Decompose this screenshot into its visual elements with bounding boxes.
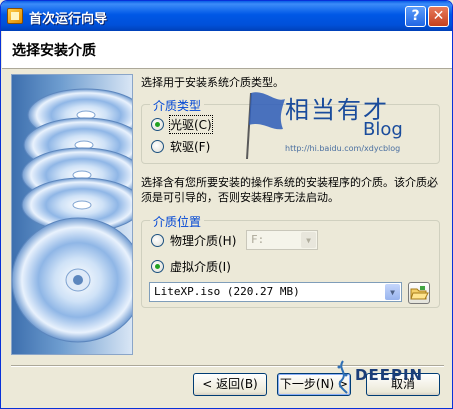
cd-disc-stack-icon [11,74,133,355]
drive-letter-value: F: [251,233,265,246]
blog-watermark-word: Blog [363,119,403,140]
folder-open-icon [410,286,429,300]
chevron-down-icon: ▼ [301,232,316,248]
drive-letter-select: F: ▼ [246,230,318,250]
help-button[interactable]: ? [405,6,426,27]
window-title: 首次运行向导 [29,12,108,27]
chevron-down-icon[interactable]: ▼ [385,284,400,300]
intro-text: 选择用于安装系统介质类型。 [141,76,284,89]
media-location-legend: 介质位置 [150,213,205,230]
deepin-logo-icon [337,360,348,394]
deepin-watermark: DEEPIN [355,366,424,384]
physical-media-radio[interactable] [151,234,164,247]
media-type-legend: 介质类型 [150,97,205,114]
blog-watermark-url: http://hi.baidu.com/xdycblog [285,144,401,153]
wizard-header: 选择安装介质 [2,31,452,69]
virtual-media-radio[interactable] [151,260,164,273]
virtual-media-label[interactable]: 虚拟介质(I) [170,258,231,275]
description-text: 选择含有您所要安装的操作系统的安装程序的介质。该介质必须是可引导的，否则安装程序… [141,176,438,204]
cdrom-radio[interactable] [151,118,164,131]
title-bar[interactable]: 首次运行向导 ? ✕ [1,1,452,31]
back-button[interactable]: < 返回(B) [193,373,267,396]
image-file-value: LiteXP.iso (220.27 MB) [154,285,300,298]
cdrom-radio-label[interactable]: 光驱(C) [169,115,213,134]
close-button[interactable]: ✕ [428,6,449,27]
page-title: 选择安装介质 [12,43,96,59]
floppy-radio[interactable] [151,140,164,153]
wizard-window: 首次运行向导 ? ✕ 选择安装介质 选择用于安装系统介质类型。 介质类型 光驱(… [0,0,453,409]
floppy-radio-label[interactable]: 软驱(F) [170,138,210,155]
browse-button[interactable] [408,282,430,304]
physical-media-label[interactable]: 物理介质(H) [170,232,236,249]
image-file-select[interactable]: LiteXP.iso (220.27 MB) ▼ [149,282,402,302]
app-icon [7,8,23,24]
